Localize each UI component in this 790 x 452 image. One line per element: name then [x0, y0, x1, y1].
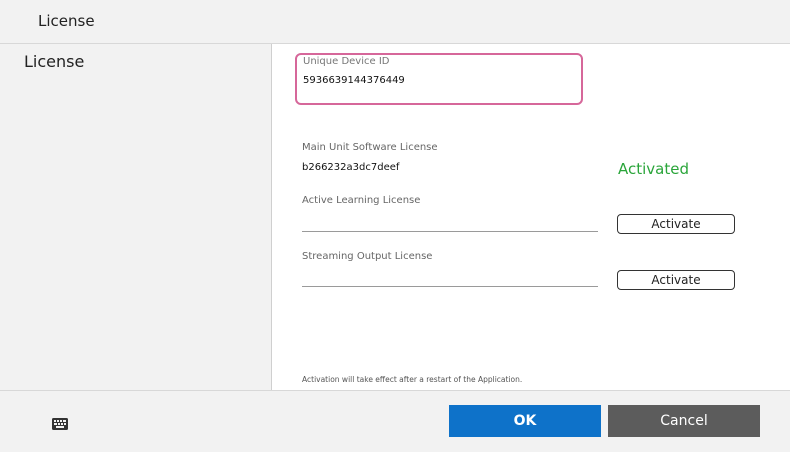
cancel-button[interactable]: Cancel: [608, 405, 760, 437]
main-unit-status-badge: Activated: [618, 160, 689, 178]
activate-streaming-output-button[interactable]: Activate: [617, 270, 735, 290]
sidebar-item-license[interactable]: License: [24, 52, 84, 71]
license-dialog: License License Unique Device ID 5936639…: [0, 0, 790, 452]
device-id-label: Unique Device ID: [303, 56, 390, 67]
active-learning-license-label: Active Learning License: [302, 195, 421, 206]
window-title: License: [38, 12, 95, 30]
streaming-output-license-field[interactable]: [302, 270, 592, 284]
main-unit-license-value: b266232a3dc7deef: [302, 162, 400, 173]
sidebar: License: [0, 44, 272, 390]
streaming-output-license-label: Streaming Output License: [302, 251, 433, 262]
title-bar: License: [0, 0, 790, 44]
main-unit-license-label: Main Unit Software License: [302, 142, 438, 153]
device-id-value: 5936639144376449: [303, 75, 405, 86]
ok-button[interactable]: OK: [449, 405, 601, 437]
license-panel: Unique Device ID 5936639144376449 Main U…: [272, 44, 790, 390]
keyboard-icon[interactable]: [52, 415, 68, 430]
streaming-output-field-underline: [302, 286, 598, 287]
device-id-highlight: Unique Device ID 5936639144376449: [295, 53, 583, 105]
activate-active-learning-button[interactable]: Activate: [617, 214, 735, 234]
active-learning-field-underline: [302, 231, 598, 232]
dialog-footer: OK Cancel: [0, 390, 790, 452]
active-learning-license-field[interactable]: [302, 214, 592, 228]
activation-notice: Activation will take effect after a rest…: [302, 375, 523, 384]
